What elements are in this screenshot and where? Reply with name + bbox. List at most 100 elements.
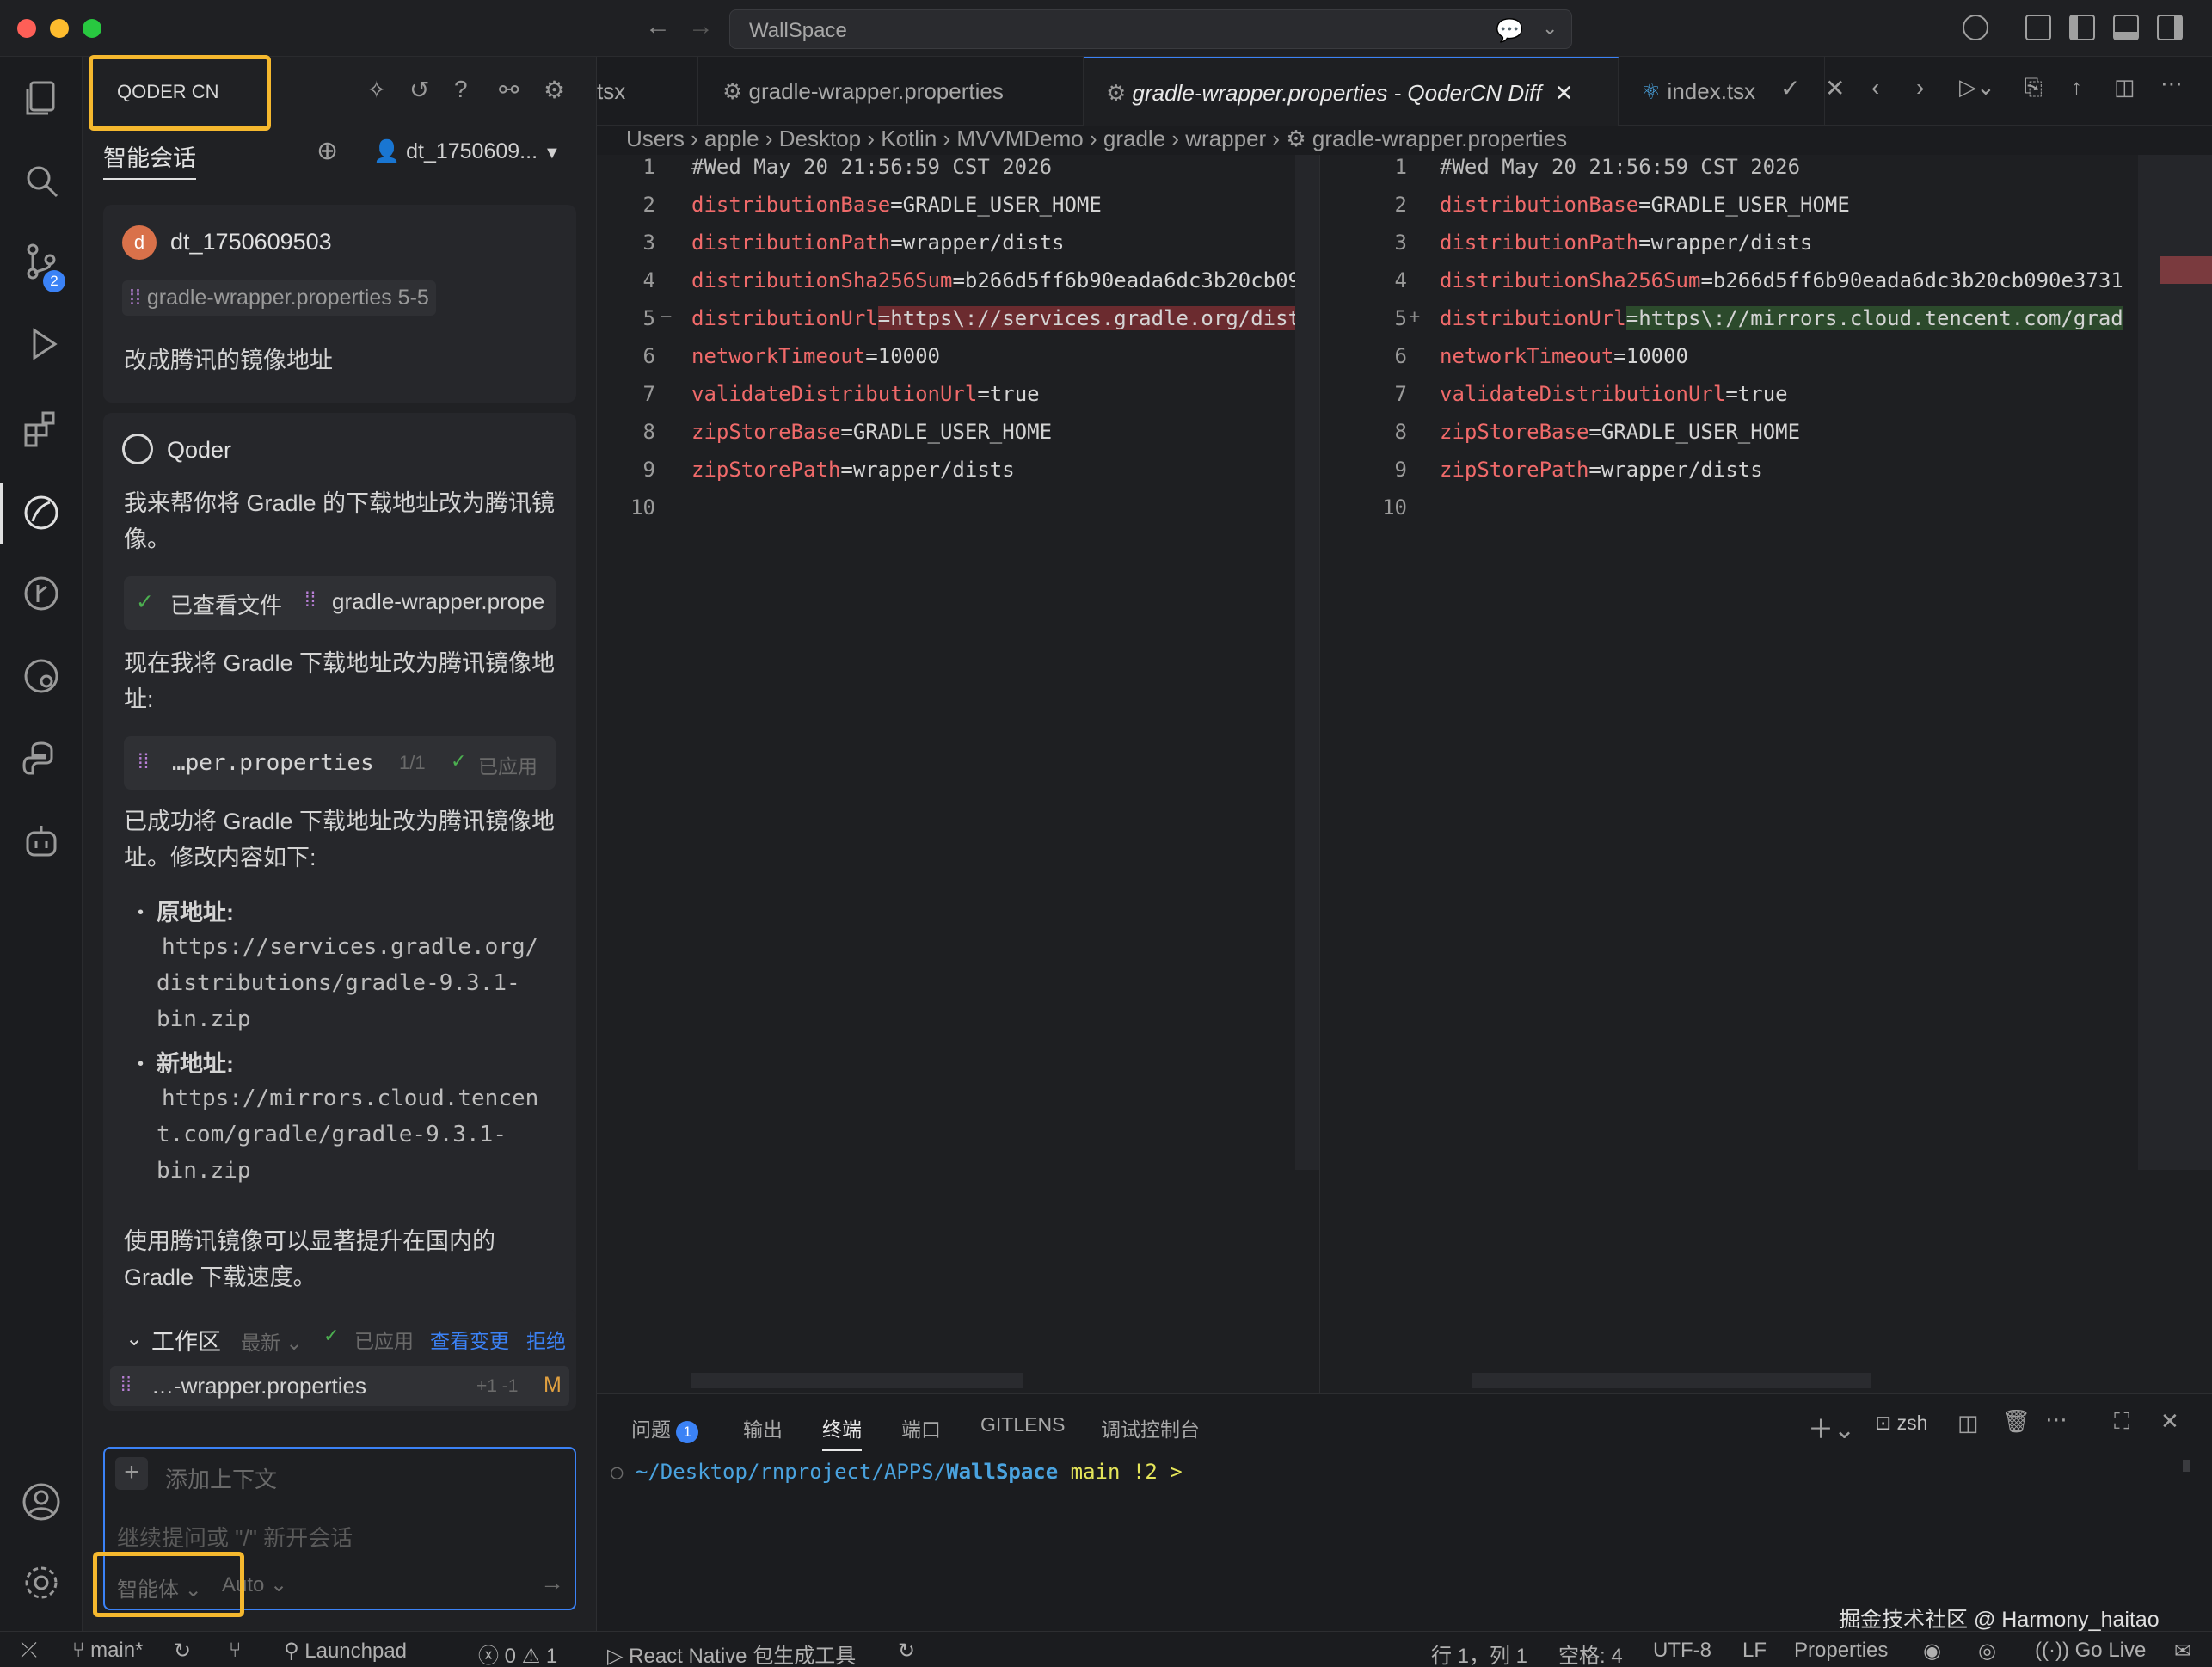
new-terminal-icon[interactable]: ＋⌄ <box>1808 1408 1855 1446</box>
breadcrumb-item[interactable]: apple <box>704 126 759 151</box>
more-icon[interactable]: ⋯ <box>2045 1406 2068 1433</box>
git-compare-icon[interactable]: ⑂ <box>229 1639 241 1663</box>
breadcrumb-item[interactable]: wrapper <box>1185 126 1266 151</box>
breadcrumb-item[interactable]: Desktop <box>779 126 861 151</box>
account-selector[interactable]: 👤 dt_1750609... ▼ <box>373 139 561 164</box>
code-line[interactable]: validateDistributionUrl=true <box>1440 382 1788 406</box>
breadcrumb-item[interactable]: MVVMDemo <box>956 126 1083 151</box>
toggle-primary-sidebar-icon[interactable] <box>2069 15 2095 40</box>
settings-gear-icon[interactable] <box>21 1562 62 1603</box>
launchpad[interactable]: ⚲ Launchpad <box>284 1639 407 1664</box>
tab-output[interactable]: 输出 <box>743 1413 783 1442</box>
run-icon[interactable]: ▷⌄ <box>1959 74 1995 101</box>
qoder-icon[interactable] <box>21 492 62 533</box>
command-center[interactable]: WallSpace 💬 ⌄ <box>729 9 1572 49</box>
indentation[interactable]: 空格: 4 <box>1558 1639 1623 1667</box>
diff-original-editor[interactable]: 1 #Wed May 20 21:56:59 CST 2026 2 distribut… <box>597 155 1319 1393</box>
maximize-panel-icon[interactable]: ⛶ <box>2114 1408 2129 1436</box>
back-arrow-icon[interactable]: ← <box>645 12 671 41</box>
go-live[interactable]: ((·)) Go Live <box>2035 1639 2146 1663</box>
terminal-shell[interactable]: ⊡ zsh <box>1875 1412 1927 1435</box>
code-line[interactable]: distributionPath=wrapper/dists <box>1440 231 1812 255</box>
viewed-file-row[interactable]: ✓ 已查看文件 ⁞⁞ gradle-wrapper.prope <box>124 576 556 630</box>
notifications-icon[interactable]: ✉ <box>2174 1639 2191 1664</box>
edit-file-row[interactable]: ⁞⁞ …per.properties 1/1 ✓ 已应用 <box>124 736 556 790</box>
breadcrumb-item[interactable]: Kotlin <box>881 126 937 151</box>
breadcrumb-item[interactable]: gradle <box>1103 126 1165 151</box>
split-editor-icon[interactable]: ◫ <box>2114 74 2135 101</box>
close-panel-icon[interactable]: ✕ <box>2160 1408 2179 1435</box>
zoom-window-button[interactable] <box>83 19 101 38</box>
magic-icon[interactable]: ✧ <box>366 76 386 104</box>
toggle-panel-icon[interactable] <box>2113 15 2139 40</box>
tab-problems[interactable]: 问题 1 <box>631 1413 699 1443</box>
more-actions-icon[interactable]: ⋯ <box>2160 71 2183 97</box>
accept-check-icon[interactable]: ✓ <box>1780 74 1800 102</box>
terminal-prompt[interactable]: ○ ~/Desktop/rnproject/APPS/WallSpace mai… <box>611 1460 1183 1484</box>
code-line[interactable]: distributionUrl=https\://mirrors.cloud.t… <box>1440 306 2123 330</box>
breadcrumb-item[interactable]: gradle-wrapper.properties <box>1312 126 1567 151</box>
add-context-icon[interactable]: + <box>115 1457 148 1490</box>
qoder-status-icon[interactable]: ◎ <box>1978 1639 1996 1664</box>
split-terminal-icon[interactable]: ◫ <box>1957 1410 1979 1436</box>
previous-change-icon[interactable]: ‹ <box>1871 74 1879 101</box>
sync-icon[interactable]: ↻ <box>174 1639 191 1664</box>
tab-gitlens[interactable]: GITLENS <box>980 1413 1065 1436</box>
gitlens-icon[interactable] <box>21 655 62 697</box>
refresh-icon[interactable]: ↻ <box>898 1639 915 1664</box>
remote-icon[interactable]: ⤫ <box>21 1639 37 1663</box>
h-scrollbar-right[interactable] <box>1472 1373 1871 1388</box>
accounts-icon[interactable] <box>1963 15 1988 40</box>
robot-icon[interactable] <box>21 821 62 862</box>
h-scrollbar-left[interactable] <box>691 1373 1023 1388</box>
code-line[interactable]: zipStoreBase=GRADLE_USER_HOME <box>691 420 1052 444</box>
trash-icon[interactable]: 🗑 <box>2002 1408 2031 1435</box>
account-icon[interactable] <box>21 1481 62 1522</box>
workspace-file-row[interactable]: ⁞⁞ …-wrapper.properties +1 -1 M <box>110 1366 569 1406</box>
code-line[interactable]: validateDistributionUrl=true <box>691 382 1040 406</box>
chat-input-placeholder[interactable]: 继续提问或 "/" 新开会话 <box>117 1521 353 1553</box>
minimize-window-button[interactable] <box>50 19 69 38</box>
chevron-down-icon[interactable]: ⌄ <box>1542 17 1558 40</box>
code-line[interactable]: distributionPath=wrapper/dists <box>691 231 1064 255</box>
close-tab-icon[interactable]: ✕ <box>1555 80 1574 106</box>
tab-tsx[interactable]: tsx <box>597 57 698 126</box>
code-line[interactable]: zipStoreBase=GRADLE_USER_HOME <box>1440 420 1800 444</box>
latest-dropdown[interactable]: 最新 ⌄ <box>241 1326 303 1356</box>
language-mode[interactable]: Properties <box>1794 1639 1888 1663</box>
diff-sash[interactable] <box>1319 155 1345 1393</box>
code-line[interactable]: distributionUrl=https\://services.gradle… <box>691 306 1319 330</box>
code-line[interactable]: distributionBase=GRADLE_USER_HOME <box>691 193 1102 217</box>
code-line[interactable]: zipStorePath=wrapper/dists <box>1440 458 1763 482</box>
new-chat-icon[interactable]: ⊕ <box>316 136 338 166</box>
search-icon[interactable] <box>21 160 62 201</box>
git-graph-icon[interactable] <box>21 573 62 614</box>
encoding[interactable]: UTF-8 <box>1653 1639 1711 1663</box>
chat-icon[interactable]: 💬 <box>1496 17 1523 44</box>
send-arrow-icon[interactable]: → <box>540 1569 564 1596</box>
code-line[interactable]: distributionSha256Sum=b266d5ff6b90eada6d… <box>691 268 1319 292</box>
toggle-secondary-sidebar-icon[interactable] <box>2157 15 2183 40</box>
cursor-position[interactable]: 行 1，列 1 <box>1431 1639 1527 1667</box>
tab-smart-chat[interactable]: 智能会话 <box>103 139 196 180</box>
reject-link[interactable]: 拒绝 <box>526 1325 566 1354</box>
run-debug-icon[interactable] <box>21 323 62 365</box>
code-line[interactable]: #Wed May 20 21:56:59 CST 2026 <box>1440 155 1800 179</box>
discard-x-icon[interactable]: ✕ <box>1825 74 1845 102</box>
tab-gradle-wrapper[interactable]: ⚙ gradle-wrapper.properties <box>698 57 1084 126</box>
code-line[interactable]: networkTimeout=10000 <box>691 344 940 368</box>
history-icon[interactable]: ↺ <box>409 76 429 104</box>
breadcrumb-item[interactable]: Users <box>626 126 685 151</box>
add-context-label[interactable]: 添加上下文 <box>165 1462 277 1494</box>
tab-qoder-diff[interactable]: ⚙ gradle-wrapper.properties - QoderCN Di… <box>1084 57 1619 126</box>
scrollbar-left[interactable] <box>1295 155 1319 1170</box>
extensions-icon[interactable] <box>21 408 62 449</box>
layout-icon[interactable] <box>2025 15 2051 40</box>
view-changes-link[interactable]: 查看变更 <box>430 1325 509 1354</box>
forward-arrow-icon[interactable]: → <box>688 12 714 41</box>
tab-ports[interactable]: 端口 <box>901 1413 941 1442</box>
upload-icon[interactable]: ↑ <box>2071 74 2082 101</box>
help-icon[interactable]: ? <box>454 76 468 103</box>
terminal-scrollbar[interactable] <box>2183 1460 2190 1472</box>
code-line[interactable]: zipStorePath=wrapper/dists <box>691 458 1015 482</box>
